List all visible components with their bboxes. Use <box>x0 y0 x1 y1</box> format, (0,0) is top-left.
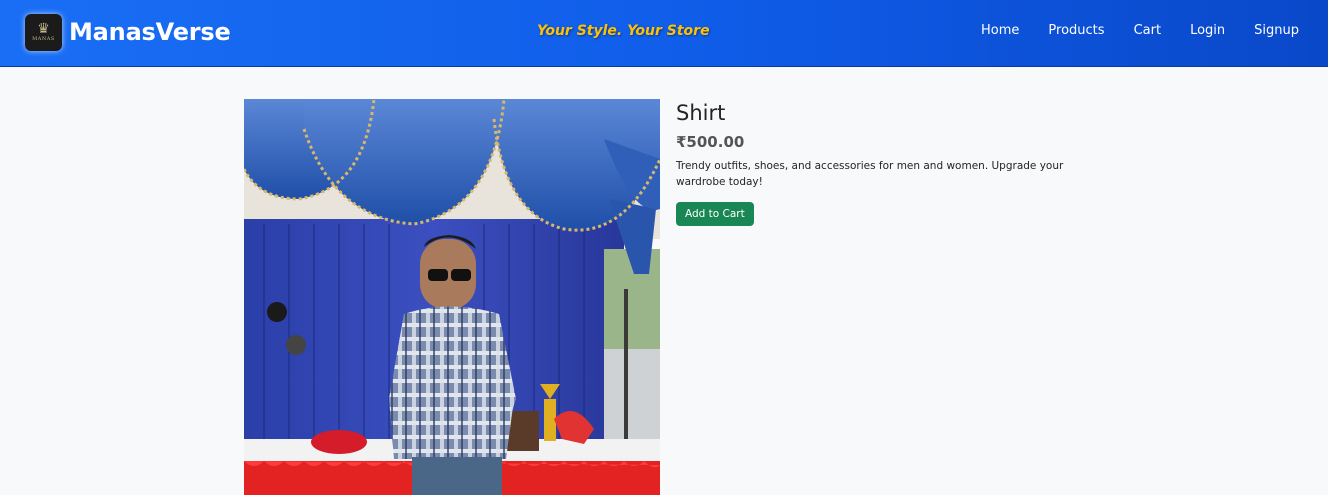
crest-icon: ♛ <box>37 21 50 37</box>
product-details: Shirt ₹500.00 Trendy outfits, shoes, and… <box>676 100 1096 226</box>
product-price: ₹500.00 <box>676 133 745 151</box>
product-image <box>244 99 660 495</box>
logo-text: MANAS <box>32 36 55 42</box>
brand-name: ManasVerse <box>69 18 231 46</box>
brand-logo: ♛ MANAS <box>25 13 62 51</box>
tagline: Your Style. Your Store <box>537 23 710 39</box>
brand-link[interactable]: ♛ MANAS ManasVerse <box>25 12 231 52</box>
product-description: Trendy outfits, shoes, and accessories f… <box>676 160 1064 188</box>
navbar: ♛ MANAS ManasVerse Your Style. Your Stor… <box>0 0 1328 67</box>
nav-home[interactable]: Home <box>981 23 1019 38</box>
nav-cart[interactable]: Cart <box>1134 23 1162 38</box>
product-photo <box>244 99 660 495</box>
nav-links: Home Products Cart Login Signup <box>981 23 1299 38</box>
nav-login[interactable]: Login <box>1190 23 1225 38</box>
add-to-cart-button[interactable]: Add to Cart <box>676 202 754 226</box>
nav-signup[interactable]: Signup <box>1254 23 1299 38</box>
product-title: Shirt <box>676 101 726 125</box>
nav-products[interactable]: Products <box>1048 23 1104 38</box>
